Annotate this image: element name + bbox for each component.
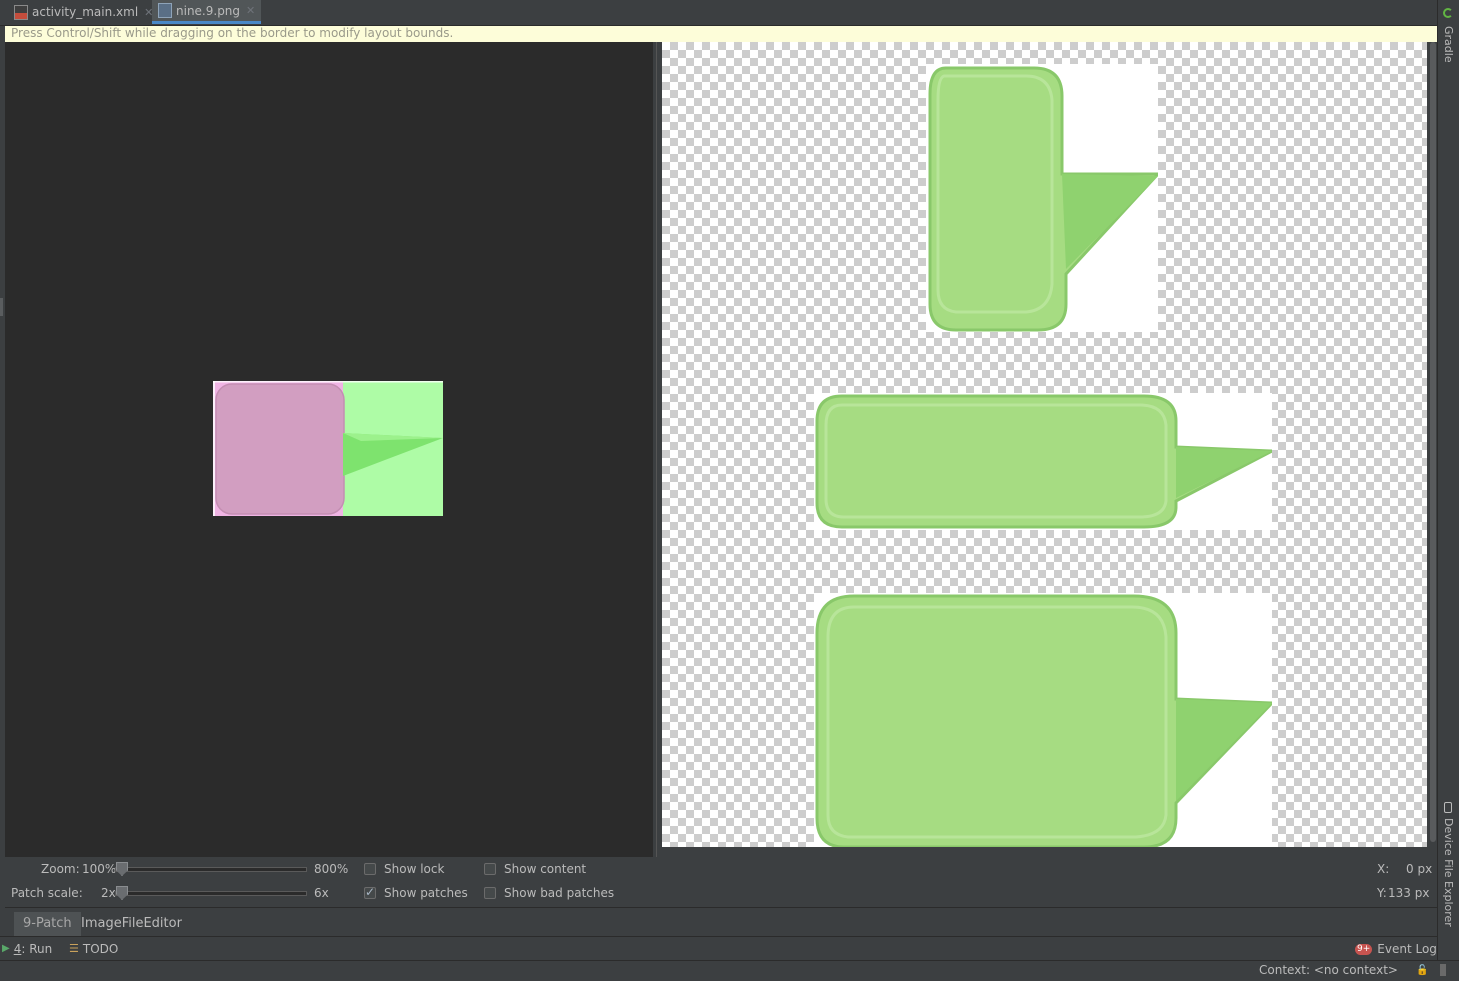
tab-nine-9-png[interactable]: nine.9.png ✕ [152, 0, 262, 24]
preview-scrollbar-thumb[interactable] [1430, 42, 1436, 842]
zoom-slider[interactable] [115, 867, 307, 872]
tab-label: activity_main.xml [32, 5, 139, 19]
run-label: : Run [21, 942, 53, 956]
tab-activity-main-xml[interactable]: activity_main.xml ✕ [14, 0, 153, 24]
gradle-icon [1443, 8, 1453, 18]
editor-tab-bar: activity_main.xml ✕ nine.9.png ✕ [0, 0, 1437, 26]
run-number: 4 [13, 942, 22, 956]
show-patches-checkbox[interactable] [364, 885, 376, 899]
show-bad-patches-label[interactable]: Show bad patches [504, 886, 614, 900]
preview-both-stretch [814, 593, 1272, 847]
zoom-value: 100% [82, 862, 117, 876]
show-lock-checkbox[interactable] [364, 863, 376, 875]
status-bar: Context: <no context> 🔓 [0, 960, 1459, 981]
editor-view-tabs: 9-Patch ImageFileEditor [5, 907, 1437, 937]
todo-tool-button[interactable]: ☰ TODO [69, 937, 118, 961]
zoom-label: Zoom: [41, 862, 80, 876]
patch-scale-slider[interactable] [115, 891, 307, 896]
patch-scale-label: Patch scale: [11, 886, 83, 900]
close-icon[interactable]: ✕ [246, 4, 255, 17]
lock-icon[interactable]: 🔓 [1416, 965, 1428, 976]
show-content-checkbox[interactable] [484, 863, 496, 875]
show-lock-label[interactable]: Show lock [384, 862, 444, 876]
hint-text: Press Control/Shift while dragging on th… [11, 26, 454, 40]
coord-y-value: 133 px [1388, 886, 1430, 900]
gradle-tool-button[interactable]: Gradle [1442, 26, 1455, 63]
show-content-label[interactable]: Show content [504, 862, 586, 876]
zoom-max-label: 800% [314, 862, 349, 876]
context-indicator[interactable]: Context: <no context> [1259, 963, 1398, 977]
run-tool-button[interactable]: ▶ 4 : Run [2, 937, 52, 961]
hint-banner: Press Control/Shift while dragging on th… [5, 26, 1437, 42]
todo-icon: ☰ [69, 942, 79, 955]
device-file-explorer-button[interactable]: Device File Explorer [1442, 818, 1455, 927]
ninepatch-source-image[interactable] [213, 381, 443, 516]
patch-scale-value: 2x [101, 886, 116, 900]
todo-label: TODO [82, 942, 119, 956]
event-log-button[interactable]: 9+ Event Log [1355, 937, 1437, 961]
coord-x-value: 0 px [1406, 862, 1433, 876]
patch-scale-max-label: 6x [314, 886, 329, 900]
right-tool-strip: Gradle Device File Explorer [1437, 0, 1459, 980]
preview-horizontal-stretch [814, 393, 1272, 530]
device-icon [1444, 802, 1452, 813]
preview-vertical-stretch [926, 64, 1158, 332]
tab-image-file-editor[interactable]: ImageFileEditor [72, 912, 191, 936]
tab-label: nine.9.png [176, 3, 241, 18]
gutter-marker [0, 298, 3, 316]
run-icon: ▶ [2, 943, 10, 954]
tab-9-patch[interactable]: 9-Patch [14, 912, 81, 936]
ninepatch-controls [5, 857, 1437, 907]
event-log-badge: 9+ [1355, 943, 1373, 955]
tool-window-bar: ▶ 4 : Run ☰ TODO 9+ Event Log [0, 936, 1437, 961]
xml-file-icon [14, 4, 28, 20]
stretch-preview-pane [662, 42, 1427, 847]
coord-y-label: Y: [1377, 886, 1387, 900]
png-file-icon [158, 3, 172, 18]
event-log-label: Event Log [1377, 942, 1437, 956]
show-patches-label[interactable]: Show patches [384, 886, 468, 900]
ninepatch-preview-graphic [213, 381, 443, 516]
memory-indicator-icon[interactable] [1440, 964, 1446, 976]
coord-x-label: X: [1377, 862, 1390, 876]
preview-bottom-margin [662, 847, 1437, 857]
pane-splitter[interactable] [653, 42, 661, 857]
show-bad-patches-checkbox[interactable] [484, 887, 496, 899]
